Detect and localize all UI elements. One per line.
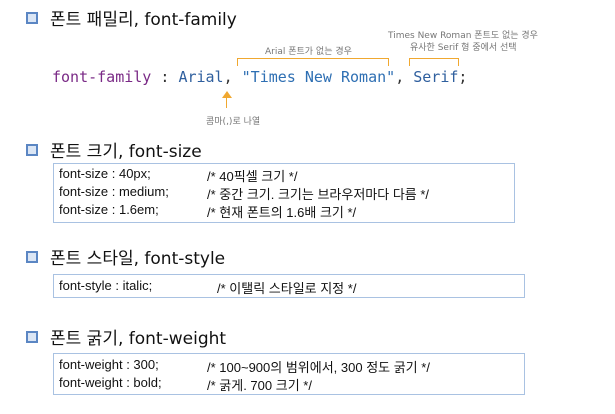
heading-text: 폰트 스타일, font-style (50, 249, 226, 269)
note-comma: 콤마(,)로 나열 (206, 117, 261, 127)
code-comment: /* 이탤릭 스타일로 지정 */ (217, 281, 357, 296)
code-comma: , (223, 68, 242, 86)
font-size-code-box: font-size : 40px; /* 40픽셀 크기 */ font-siz… (53, 163, 515, 223)
heading-font-weight: 폰트 굵기, font-weight (26, 324, 226, 349)
note-times-line2: 유사한 Serif 형 중에서 선택 (410, 43, 517, 53)
code-comment: /* 굵게. 700 크기 */ (207, 378, 312, 393)
bullet-icon (26, 143, 38, 156)
arrow-line (226, 97, 227, 108)
arrow-up-icon (222, 91, 232, 98)
bullet-icon (26, 330, 38, 343)
heading-font-family: 폰트 패밀리, font-family (26, 5, 237, 30)
bullet-icon (26, 250, 38, 263)
code-row: font-size : 40px; /* 40픽셀 크기 */ (59, 166, 297, 184)
code-semicolon: ; (458, 68, 468, 86)
code-value-serif: Serif (413, 68, 459, 86)
font-family-code: font-family : Arial, "Times New Roman", … (52, 68, 467, 86)
code-row: font-size : medium; /* 중간 크기. 크기는 브라우저마다… (59, 184, 429, 202)
code-text: font-size : medium; (59, 184, 169, 199)
code-row: font-weight : 300; /* 100~900의 범위에서, 300… (59, 357, 430, 375)
heading-font-style: 폰트 스타일, font-style (26, 244, 225, 269)
code-text: font-style : italic; (59, 278, 153, 293)
code-comma-2: , (395, 68, 414, 86)
code-row: font-size : 1.6em; /* 현재 폰트의 1.6배 크기 */ (59, 202, 356, 220)
code-value-arial: Arial (178, 68, 224, 86)
code-comment: /* 중간 크기. 크기는 브라우저마다 다름 */ (207, 187, 430, 202)
code-text: font-size : 1.6em; (59, 202, 159, 217)
bracket-serif (409, 58, 459, 66)
heading-text: 폰트 패밀리, font-family (50, 10, 237, 30)
code-prop: font-family (52, 68, 152, 86)
heading-font-size: 폰트 크기, font-size (26, 137, 202, 162)
code-text: font-weight : 300; (59, 357, 159, 372)
code-comment: /* 100~900의 범위에서, 300 정도 굵기 */ (207, 360, 430, 375)
code-comment: /* 40픽셀 크기 */ (207, 169, 298, 184)
heading-text: 폰트 굵기, font-weight (50, 329, 227, 349)
note-arial: Arial 폰트가 없는 경우 (265, 47, 352, 57)
code-text: font-size : 40px; (59, 166, 151, 181)
heading-text: 폰트 크기, font-size (50, 142, 202, 162)
code-comment: /* 현재 폰트의 1.6배 크기 */ (207, 205, 357, 220)
font-weight-code-box: font-weight : 300; /* 100~900의 범위에서, 300… (53, 353, 525, 395)
font-style-code-box: font-style : italic; /* 이탤릭 스타일로 지정 */ (53, 274, 525, 298)
bracket-times-new-roman (237, 58, 389, 66)
code-row: font-style : italic; /* 이탤릭 스타일로 지정 */ (59, 278, 356, 296)
code-text: font-weight : bold; (59, 375, 162, 390)
code-colon: : (151, 68, 179, 86)
bullet-icon (26, 11, 38, 24)
code-value-times: "Times New Roman" (241, 68, 396, 86)
code-row: font-weight : bold; /* 굵게. 700 크기 */ (59, 375, 312, 393)
